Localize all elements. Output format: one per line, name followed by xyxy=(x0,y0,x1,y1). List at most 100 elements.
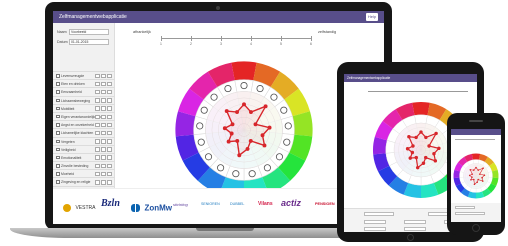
theme-score-box[interactable] xyxy=(95,130,100,136)
theme-score-box[interactable] xyxy=(95,114,100,120)
wheel-icon-cell xyxy=(234,79,254,93)
theme-score-box[interactable] xyxy=(95,180,100,185)
theme-score-box[interactable] xyxy=(101,139,106,144)
theme-score-box[interactable] xyxy=(107,180,112,185)
theme-score-box[interactable] xyxy=(107,139,112,144)
radar-point xyxy=(470,179,472,181)
theme-row[interactable]: Zinvolle besteding xyxy=(53,161,115,169)
theme-score-box[interactable] xyxy=(95,106,100,111)
theme-checkbox[interactable] xyxy=(56,180,60,184)
theme-score-box[interactable] xyxy=(95,171,100,177)
date-input[interactable]: 01-01-2015 xyxy=(69,39,109,45)
phone-home-button[interactable] xyxy=(472,224,480,232)
theme-checkbox[interactable] xyxy=(56,172,60,176)
theme-score-box[interactable] xyxy=(95,73,100,79)
theme-score-box[interactable] xyxy=(101,81,106,87)
theme-checkbox[interactable] xyxy=(56,164,60,168)
theme-score-box[interactable] xyxy=(101,122,106,128)
self-management-wheel[interactable] xyxy=(174,60,314,200)
theme-checkbox[interactable] xyxy=(56,106,60,111)
theme-checkbox[interactable] xyxy=(56,74,60,78)
theme-checkbox[interactable] xyxy=(56,114,60,119)
theme-score-box[interactable] xyxy=(107,114,112,120)
theme-checkbox[interactable] xyxy=(56,98,60,103)
radar-point xyxy=(267,125,272,130)
theme-row[interactable]: Mobiliteit xyxy=(53,103,115,112)
theme-score-box[interactable] xyxy=(107,89,112,95)
theme-row[interactable]: Zingeving en religie xyxy=(53,177,115,185)
theme-score-box[interactable] xyxy=(107,73,112,79)
theme-score-box[interactable] xyxy=(101,163,106,169)
theme-row[interactable]: Moeheid xyxy=(53,169,115,177)
theme-checkbox[interactable] xyxy=(56,82,60,86)
partner-logos: VESTRA Bzln ZonMw stichting SENIOREN DUB… xyxy=(53,188,384,224)
theme-score-box[interactable] xyxy=(95,155,100,160)
radar-point xyxy=(414,135,418,140)
theme-score-box[interactable] xyxy=(101,130,106,136)
wheel-color-segment xyxy=(412,101,430,116)
tablet-theme-field[interactable] xyxy=(364,227,386,231)
theme-checkbox[interactable] xyxy=(56,147,60,152)
name-input[interactable]: Voorbeeld xyxy=(69,29,109,35)
radar-point xyxy=(477,178,480,181)
theme-row[interactable]: Lichamelijke klachten xyxy=(53,128,115,136)
theme-score-box[interactable] xyxy=(101,98,106,103)
theme-score-box[interactable] xyxy=(101,171,106,177)
theme-row[interactable]: Eenzaamheid xyxy=(53,87,115,95)
tablet-theme-field[interactable] xyxy=(364,220,386,224)
radar-point xyxy=(471,176,473,178)
theme-score-box[interactable] xyxy=(101,155,106,160)
theme-score-box[interactable] xyxy=(107,98,112,103)
scale-bar: afhankelijk zelfstandig 1 2 3 4 5 6 xyxy=(133,30,373,54)
theme-score-box[interactable] xyxy=(107,155,112,160)
theme-score-box[interactable] xyxy=(107,81,112,87)
theme-score-box[interactable] xyxy=(95,122,100,128)
theme-checkbox[interactable] xyxy=(56,123,60,127)
theme-score-box[interactable] xyxy=(95,81,100,87)
theme-score-box[interactable] xyxy=(107,106,112,111)
app-titlebar: Zelfmanagementwebapplicatie Help xyxy=(53,11,384,23)
theme-score-box[interactable] xyxy=(101,73,106,79)
phone-name-input[interactable] xyxy=(455,206,475,209)
tablet-name-input[interactable] xyxy=(364,212,394,216)
tablet-theme-field[interactable] xyxy=(404,220,426,224)
theme-score-box[interactable] xyxy=(101,89,106,95)
theme-checkbox[interactable] xyxy=(56,90,60,94)
theme-score-box[interactable] xyxy=(95,163,100,169)
theme-score-box[interactable] xyxy=(95,89,100,95)
theme-score-box[interactable] xyxy=(107,147,112,152)
tablet-home-button[interactable] xyxy=(407,234,414,241)
theme-row[interactable]: Vergeten xyxy=(53,136,115,145)
theme-row[interactable]: Angst en onzekerheid xyxy=(53,120,115,128)
theme-score-box[interactable] xyxy=(95,139,100,144)
radar-point xyxy=(414,155,418,160)
theme-score-box[interactable] xyxy=(107,171,112,177)
theme-row[interactable]: Emotionaliteit xyxy=(53,152,115,161)
phone-date-input[interactable] xyxy=(455,212,485,215)
theme-checkbox[interactable] xyxy=(56,155,60,160)
tablet-theme-field[interactable] xyxy=(404,227,426,231)
theme-score-box[interactable] xyxy=(101,180,106,185)
theme-score-box[interactable] xyxy=(107,122,112,128)
help-button[interactable]: Help xyxy=(366,13,378,21)
radar-point xyxy=(245,146,250,151)
phone-self-management-wheel[interactable] xyxy=(453,153,499,199)
theme-row[interactable]: Eten en drinken xyxy=(53,79,115,87)
theme-row[interactable]: Lichaamsbeweging xyxy=(53,95,115,104)
logo-vestra: VESTRA xyxy=(63,199,95,217)
theme-row[interactable]: Levensvreugde xyxy=(53,71,115,79)
tablet-titlebar: Zelfmanagementwebapplicatie xyxy=(344,74,477,82)
theme-score-box[interactable] xyxy=(101,114,106,120)
theme-checkbox[interactable] xyxy=(56,131,60,135)
radar-point xyxy=(263,104,268,109)
theme-score-box[interactable] xyxy=(95,98,100,103)
theme-score-box[interactable] xyxy=(107,130,112,136)
theme-row[interactable]: Veiligheid xyxy=(53,144,115,153)
theme-score-box[interactable] xyxy=(95,147,100,152)
theme-score-box[interactable] xyxy=(101,106,106,111)
theme-score-box[interactable] xyxy=(101,147,106,152)
scale-tick xyxy=(221,36,222,41)
theme-score-box[interactable] xyxy=(107,163,112,169)
theme-checkbox[interactable] xyxy=(56,139,60,143)
theme-row[interactable]: Eigen verantwoordelijkheid xyxy=(53,111,115,120)
